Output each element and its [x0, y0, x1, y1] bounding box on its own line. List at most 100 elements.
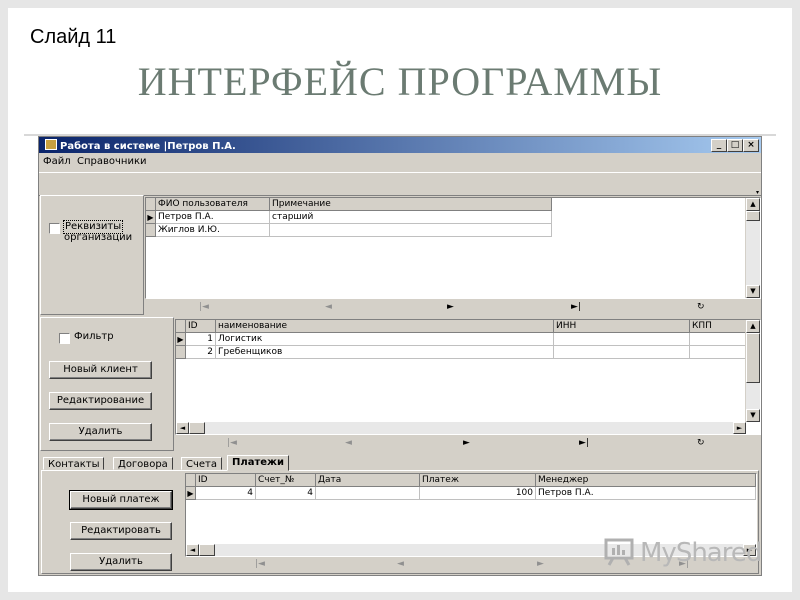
clients-hscrollbar[interactable]: ◄ ► — [176, 422, 746, 434]
clients-side-panel: Фильтр Новый клиент Редактирование Удали… — [40, 317, 174, 451]
close-button[interactable]: × — [743, 139, 759, 152]
new-payment-button[interactable]: Новый платеж — [69, 490, 173, 510]
users-side-panel: Реквизиты организации — [40, 195, 144, 315]
scroll-up-icon[interactable]: ▲ — [746, 198, 760, 211]
toolbar-chevron-icon: ▾ — [755, 189, 759, 196]
nav-last-icon[interactable]: ►| — [579, 438, 589, 448]
tab-contacts[interactable]: Контакты — [43, 457, 105, 470]
nav-refresh-icon[interactable]: ↻ — [697, 302, 705, 312]
col-header-date[interactable]: Дата — [316, 474, 420, 487]
clients-navigator: |◄ ◄ ► ►| ↻ — [175, 437, 761, 451]
scroll-down-icon[interactable]: ▼ — [746, 285, 760, 298]
col-header-fio[interactable]: ФИО пользователя — [156, 198, 270, 211]
nav-first-icon[interactable]: |◄ — [227, 438, 237, 448]
col-header-account[interactable]: Счет_№ — [256, 474, 316, 487]
requisites-label-2: организации — [64, 232, 133, 243]
tab-payments[interactable]: Платежи — [227, 455, 289, 471]
table-cell[interactable]: Логистик — [216, 333, 554, 346]
table-cell[interactable]: 4 — [256, 487, 316, 500]
delete-payment-button[interactable]: Удалить — [70, 553, 172, 571]
table-cell[interactable]: 1 — [186, 333, 216, 346]
app-window: Работа в системе |Петров П.А. _ □ × Файл… — [38, 136, 762, 576]
table-cell[interactable] — [554, 333, 690, 346]
nav-last-icon[interactable]: ►| — [571, 302, 581, 312]
edit-client-button[interactable]: Редактирование — [49, 392, 152, 410]
grid-corner — [146, 198, 156, 211]
watermark-text: MyShared — [640, 538, 762, 568]
current-row-indicator: ▶ — [176, 333, 186, 346]
col-header-kpp[interactable]: КПП — [690, 320, 746, 333]
nav-first-icon[interactable]: |◄ — [199, 302, 209, 312]
table-cell[interactable] — [690, 333, 746, 346]
table-cell[interactable]: Петров П.А. — [536, 487, 756, 500]
table-cell[interactable]: Петров П.А. — [156, 211, 270, 224]
grid-corner — [186, 474, 196, 487]
filter-checkbox[interactable] — [59, 333, 70, 344]
clients-grid: ID наименование ИНН КПП ▶ 1 Логистик 2 Г… — [175, 319, 761, 435]
col-header-inn[interactable]: ИНН — [554, 320, 690, 333]
hscroll-thumb[interactable] — [199, 544, 215, 556]
table-cell[interactable]: Гребенщиков — [216, 346, 554, 359]
tab-strip: Контакты Договора Счета Платежи — [41, 455, 761, 471]
nav-next-icon[interactable]: ► — [447, 302, 454, 312]
table-cell[interactable] — [554, 346, 690, 359]
requisites-checkbox[interactable] — [49, 223, 60, 234]
table-cell[interactable]: 2 — [186, 346, 216, 359]
edit-payment-button[interactable]: Редактировать — [70, 522, 172, 540]
window-title: Работа в системе |Петров П.А. — [60, 141, 236, 152]
users-navigator: |◄ ◄ ► ►| ↻ — [145, 301, 761, 315]
nav-first-icon[interactable]: |◄ — [255, 559, 265, 569]
nav-refresh-icon[interactable]: ↻ — [697, 438, 705, 448]
nav-next-icon[interactable]: ► — [537, 559, 544, 569]
menu-bar: Файл Справочники — [39, 154, 761, 170]
tab-accounts[interactable]: Счета — [181, 457, 222, 470]
delete-client-button[interactable]: Удалить — [49, 423, 152, 441]
col-header-manager[interactable]: Менеджер — [536, 474, 756, 487]
presentation-board-icon — [604, 538, 634, 566]
table-cell[interactable]: 100 — [420, 487, 536, 500]
table-cell[interactable]: Жиглов И.Ю. — [156, 224, 270, 237]
current-row-indicator: ▶ — [146, 211, 156, 224]
grid-corner — [176, 320, 186, 333]
slide-title: ИНТЕРФЕЙС ПРОГРАММЫ — [137, 59, 663, 104]
menu-file[interactable]: Файл — [43, 156, 71, 167]
table-cell[interactable] — [316, 487, 420, 500]
slide-number: Слайд 11 — [30, 26, 117, 48]
scroll-thumb[interactable] — [746, 211, 760, 221]
minimize-button[interactable]: _ — [711, 139, 727, 152]
row-indicator — [146, 224, 156, 237]
maximize-button[interactable]: □ — [727, 139, 743, 152]
col-header-note[interactable]: Примечание — [270, 198, 552, 211]
col-header-name[interactable]: наименование — [216, 320, 554, 333]
table-cell[interactable] — [690, 346, 746, 359]
scroll-up-icon[interactable]: ▲ — [746, 320, 760, 333]
nav-prev-icon[interactable]: ◄ — [345, 438, 352, 448]
table-cell[interactable] — [270, 224, 552, 237]
table-cell[interactable]: 4 — [196, 487, 256, 500]
col-header-payment[interactable]: Платеж — [420, 474, 536, 487]
nav-prev-icon[interactable]: ◄ — [397, 559, 404, 569]
app-icon — [45, 139, 57, 150]
clients-vscrollbar[interactable]: ▲ ▼ — [745, 320, 760, 422]
nav-prev-icon[interactable]: ◄ — [325, 302, 332, 312]
toolbar — [39, 172, 761, 196]
users-vscrollbar[interactable]: ▲ ▼ — [745, 198, 760, 298]
scroll-thumb[interactable] — [746, 333, 760, 383]
current-row-indicator: ▶ — [186, 487, 196, 500]
watermark: MyShared — [604, 536, 764, 572]
col-header-id[interactable]: ID — [186, 320, 216, 333]
menu-references[interactable]: Справочники — [77, 156, 147, 167]
tab-contracts[interactable]: Договора — [113, 457, 173, 470]
scroll-left-icon[interactable]: ◄ — [176, 422, 189, 434]
row-indicator — [176, 346, 186, 359]
nav-next-icon[interactable]: ► — [463, 438, 470, 448]
users-grid: ФИО пользователя Примечание ▶ Петров П.А… — [145, 197, 761, 299]
table-cell[interactable]: старший — [270, 211, 552, 224]
scroll-right-icon[interactable]: ► — [733, 422, 746, 434]
new-client-button[interactable]: Новый клиент — [49, 361, 152, 379]
window-titlebar[interactable]: Работа в системе |Петров П.А. _ □ × — [39, 137, 761, 153]
hscroll-thumb[interactable] — [189, 422, 205, 434]
col-header-id[interactable]: ID — [196, 474, 256, 487]
scroll-left-icon[interactable]: ◄ — [186, 544, 199, 556]
scroll-down-icon[interactable]: ▼ — [746, 409, 760, 422]
